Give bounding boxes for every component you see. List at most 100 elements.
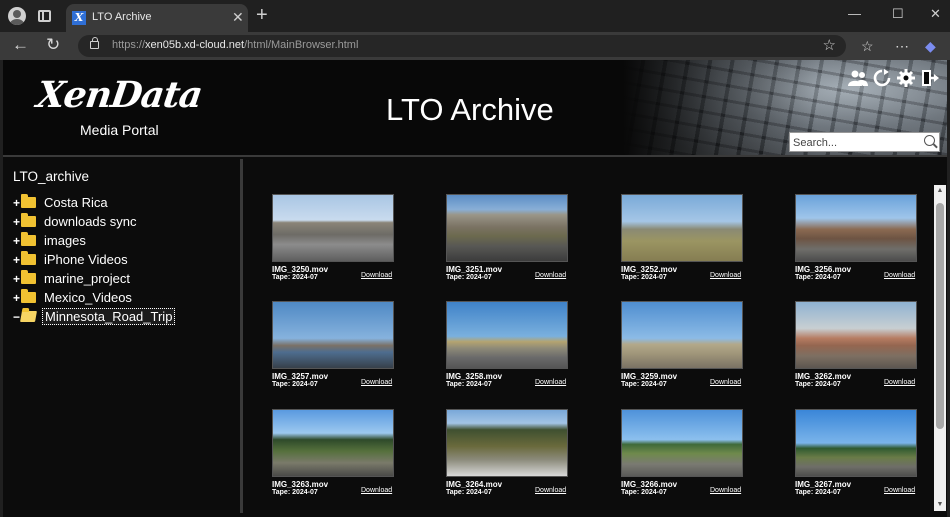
download-link[interactable]: Download xyxy=(884,272,915,279)
download-link[interactable]: Download xyxy=(361,379,392,386)
minimize-icon[interactable]: — xyxy=(848,6,861,21)
close-window-icon[interactable]: ✕ xyxy=(930,6,941,22)
expand-plus-icon[interactable]: + xyxy=(13,216,21,228)
tree-item-label[interactable]: marine_project xyxy=(42,271,132,286)
tree-root-label[interactable]: LTO_archive xyxy=(13,169,89,184)
more-menu-icon[interactable]: ⋯ xyxy=(895,38,909,54)
tree-item-label[interactable]: iPhone Videos xyxy=(42,252,130,267)
tape-label: Tape: 2024-07 xyxy=(621,489,667,496)
download-link[interactable]: Download xyxy=(710,379,741,386)
download-link[interactable]: Download xyxy=(535,487,566,494)
file-name: IMG_3266.mov xyxy=(621,480,678,489)
browser-tab[interactable]: X LTO Archive ✕ xyxy=(66,4,248,32)
tree-list: + Costa Rica + downloads sync + images +… xyxy=(13,193,176,326)
file-name: IMG_3251.mov xyxy=(446,265,503,274)
video-thumbnail[interactable] xyxy=(272,194,394,262)
download-link[interactable]: Download xyxy=(710,487,741,494)
expand-plus-icon[interactable]: + xyxy=(13,254,21,266)
download-link[interactable]: Download xyxy=(535,272,566,279)
tree-item-minnesota-road-trip[interactable]: − Minnesota_Road_Trip xyxy=(13,307,176,326)
download-link[interactable]: Download xyxy=(361,272,392,279)
video-thumbnail[interactable] xyxy=(446,194,568,262)
tree-item-label[interactable]: downloads sync xyxy=(42,214,139,229)
tree-item-label[interactable]: Mexico_Videos xyxy=(42,290,134,305)
download-link[interactable]: Download xyxy=(710,272,741,279)
tree-item-iphone-videos[interactable]: + iPhone Videos xyxy=(13,250,175,269)
file-card[interactable]: IMG_3266.mov Tape: 2024-07 Download xyxy=(621,409,744,507)
video-thumbnail[interactable] xyxy=(446,409,568,477)
file-card[interactable]: IMG_3263.mov Tape: 2024-07 Download xyxy=(272,409,395,507)
file-card[interactable]: IMG_3250.mov Tape: 2024-07 Download xyxy=(272,194,395,292)
file-card[interactable]: IMG_3259.mov Tape: 2024-07 Download xyxy=(621,301,744,399)
video-thumbnail[interactable] xyxy=(446,301,568,369)
tree-item-costa-rica[interactable]: + Costa Rica xyxy=(13,193,175,212)
video-thumbnail[interactable] xyxy=(272,409,394,477)
video-thumbnail[interactable] xyxy=(621,409,743,477)
video-thumbnail[interactable] xyxy=(795,194,917,262)
folder-tree: LTO_archive + Costa Rica + downloads syn… xyxy=(3,159,243,513)
video-thumbnail[interactable] xyxy=(621,194,743,262)
reload-icon[interactable]: ↻ xyxy=(46,35,60,55)
open-folder-icon xyxy=(20,311,37,322)
scroll-down-arrow-icon[interactable]: ▼ xyxy=(934,499,946,511)
tree-item-label[interactable]: images xyxy=(42,233,88,248)
file-card[interactable]: IMG_3258.mov Tape: 2024-07 Download xyxy=(446,301,569,399)
url-text[interactable]: https://xen05b.xd-cloud.net/html/MainBro… xyxy=(112,39,358,51)
video-thumbnail[interactable] xyxy=(621,301,743,369)
grid-scrollbar[interactable]: ▲ ▼ xyxy=(934,185,946,511)
back-arrow-icon[interactable]: ← xyxy=(12,35,29,55)
download-link[interactable]: Download xyxy=(884,487,915,494)
tape-label: Tape: 2024-07 xyxy=(272,489,318,496)
search-icon[interactable] xyxy=(924,135,935,146)
url-field[interactable]: https://xen05b.xd-cloud.net/html/MainBro… xyxy=(78,35,846,57)
file-card[interactable]: IMG_3256.mov Tape: 2024-07 Download xyxy=(795,194,918,292)
file-card[interactable]: IMG_3252.mov Tape: 2024-07 Download xyxy=(621,194,744,292)
refresh-icon[interactable] xyxy=(872,69,892,87)
new-tab-icon[interactable]: + xyxy=(256,5,268,25)
users-icon[interactable] xyxy=(848,69,868,87)
gear-icon[interactable] xyxy=(896,69,916,87)
tape-label: Tape: 2024-07 xyxy=(446,489,492,496)
download-link[interactable]: Download xyxy=(361,487,392,494)
maximize-icon[interactable]: ☐ xyxy=(892,6,904,22)
file-card[interactable]: IMG_3262.mov Tape: 2024-07 Download xyxy=(795,301,918,399)
copilot-icon[interactable]: ◆ xyxy=(925,38,936,54)
expand-plus-icon[interactable]: + xyxy=(13,292,21,304)
video-thumbnail[interactable] xyxy=(795,301,917,369)
expand-plus-icon[interactable]: + xyxy=(13,197,21,209)
folder-icon xyxy=(21,251,36,265)
logout-icon[interactable] xyxy=(920,69,940,87)
profile-avatar-icon[interactable] xyxy=(8,7,26,25)
tab-actions-icon[interactable] xyxy=(38,10,51,22)
favorites-icon[interactable]: ☆ xyxy=(861,38,874,54)
tree-item-label[interactable]: Costa Rica xyxy=(42,195,110,210)
video-thumbnail[interactable] xyxy=(272,301,394,369)
video-thumbnail[interactable] xyxy=(795,409,917,477)
expand-plus-icon[interactable]: + xyxy=(13,235,21,247)
file-card[interactable]: IMG_3257.mov Tape: 2024-07 Download xyxy=(272,301,395,399)
file-card[interactable]: IMG_3267.mov Tape: 2024-07 Download xyxy=(795,409,918,507)
close-tab-icon[interactable]: ✕ xyxy=(232,9,244,25)
folder-icon xyxy=(21,194,36,208)
file-name: IMG_3250.mov xyxy=(272,265,329,274)
file-name: IMG_3259.mov xyxy=(621,372,678,381)
lock-icon[interactable] xyxy=(90,37,99,49)
file-browser-pane: IMG_3250.mov Tape: 2024-07 Download IMG_… xyxy=(248,159,947,513)
tree-item-images[interactable]: + images xyxy=(13,231,175,250)
scroll-up-arrow-icon[interactable]: ▲ xyxy=(934,185,946,197)
favorite-star-icon[interactable]: ☆ xyxy=(823,36,836,54)
tree-item-label-selected[interactable]: Minnesota_Road_Trip xyxy=(42,308,176,325)
tree-item-marine-project[interactable]: + marine_project xyxy=(13,269,175,288)
file-card[interactable]: IMG_3251.mov Tape: 2024-07 Download xyxy=(446,194,569,292)
file-name: IMG_3258.mov xyxy=(446,372,503,381)
scrollbar-thumb[interactable] xyxy=(936,203,944,429)
download-link[interactable]: Download xyxy=(535,379,566,386)
tree-item-downloads-sync[interactable]: + downloads sync xyxy=(13,212,175,231)
expand-plus-icon[interactable]: + xyxy=(13,273,21,285)
tree-item-mexico-videos[interactable]: + Mexico_Videos xyxy=(13,288,175,307)
tab-title: LTO Archive xyxy=(92,11,152,23)
file-card[interactable]: IMG_3264.mov Tape: 2024-07 Download xyxy=(446,409,569,507)
search-input[interactable] xyxy=(793,135,919,150)
file-name: IMG_3262.mov xyxy=(795,372,852,381)
download-link[interactable]: Download xyxy=(884,379,915,386)
